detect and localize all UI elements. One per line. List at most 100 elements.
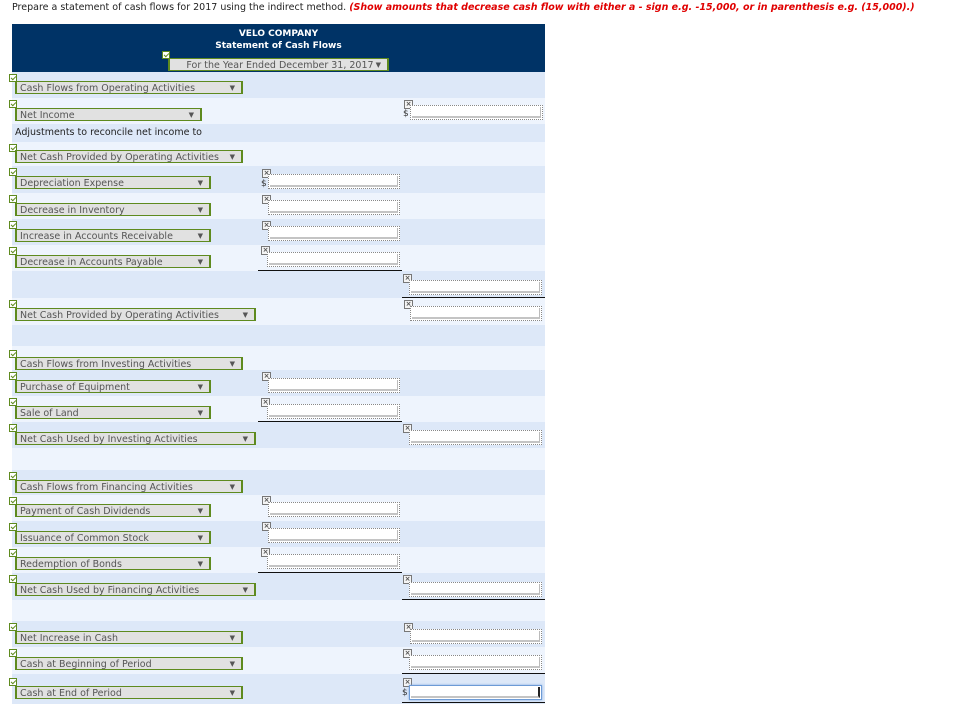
row-common-stock: Issuance of Common Stock ▼ ×	[9, 521, 545, 547]
net-financing-amount-field[interactable]	[409, 582, 542, 597]
check-icon	[9, 372, 17, 380]
purchase-equipment-dropdown[interactable]: Purchase of Equipment ▼	[15, 380, 211, 393]
purchase-equipment-amount-field[interactable]	[268, 378, 400, 393]
total-double-underline	[402, 702, 545, 703]
row-net-income: Net Income ▼ × $	[9, 98, 545, 124]
net-increase-amount-input[interactable]	[412, 631, 540, 642]
chevron-down-icon: ▼	[197, 383, 203, 391]
chevron-down-icon: ▼	[375, 61, 381, 69]
cash-beginning-amount-field[interactable]	[409, 655, 542, 670]
check-icon	[9, 100, 17, 108]
total-adjustments-amount-field[interactable]	[409, 280, 542, 295]
instructions-text: Prepare a statement of cash flows for 20…	[12, 2, 347, 13]
depreciation-amount-input[interactable]	[270, 176, 398, 187]
common-stock-amount-input[interactable]	[270, 530, 398, 541]
net-income-dropdown[interactable]: Net Income ▼	[15, 108, 202, 121]
decrease-inventory-dropdown[interactable]: Decrease in Inventory ▼	[15, 203, 211, 216]
net-operating-amount-field[interactable]	[410, 306, 542, 321]
purchase-equipment-amount-input[interactable]	[270, 380, 398, 391]
adjustments-label: Adjustments to reconcile net income to	[15, 127, 202, 138]
redemption-bonds-amount-field[interactable]	[267, 554, 400, 569]
chevron-down-icon: ▼	[197, 232, 203, 240]
depreciation-amount-field[interactable]	[268, 174, 400, 189]
redemption-bonds-dropdown[interactable]: Redemption of Bonds ▼	[15, 557, 211, 570]
cash-end-amount-field[interactable]	[409, 685, 542, 700]
adjustments-heading-dropdown[interactable]: Net Cash Provided by Operating Activitie…	[15, 150, 243, 163]
chevron-down-icon: ▼	[229, 660, 235, 668]
check-icon	[9, 168, 17, 176]
chevron-down-icon: ▼	[242, 586, 248, 594]
depreciation-dropdown[interactable]: Depreciation Expense ▼	[15, 176, 211, 189]
dropdown-value: Net Income	[20, 110, 75, 121]
decrease-ap-dropdown[interactable]: Decrease in Accounts Payable ▼	[15, 255, 211, 268]
dropdown-value: Issuance of Common Stock	[20, 533, 149, 544]
instructions-note: (Show amounts that decrease cash flow wi…	[349, 2, 915, 13]
increase-ar-amount-input[interactable]	[270, 228, 398, 239]
check-icon	[9, 523, 17, 531]
cash-end-amount-input[interactable]	[411, 687, 540, 698]
decrease-inventory-amount-input[interactable]	[270, 202, 398, 213]
row-increase-ar: Increase in Accounts Receivable ▼ ×	[9, 219, 545, 245]
increase-ar-amount-field[interactable]	[268, 226, 400, 241]
chevron-down-icon: ▼	[188, 111, 194, 119]
cash-beginning-dropdown[interactable]: Cash at Beginning of Period ▼	[15, 657, 243, 670]
chevron-down-icon: ▼	[242, 435, 248, 443]
cash-end-dropdown[interactable]: Cash at End of Period ▼	[15, 686, 243, 699]
net-increase-amount-field[interactable]	[410, 629, 542, 644]
dividends-dropdown[interactable]: Payment of Cash Dividends ▼	[15, 504, 211, 517]
statement-header: VELO COMPANY Statement of Cash Flows For…	[12, 24, 545, 72]
sale-land-dropdown[interactable]: Sale of Land ▼	[15, 406, 211, 419]
operating-heading-dropdown[interactable]: Cash Flows from Operating Activities ▼	[15, 81, 243, 94]
net-investing-amount-field[interactable]	[409, 430, 542, 445]
dropdown-value: Redemption of Bonds	[20, 559, 122, 570]
chevron-down-icon: ▼	[197, 534, 203, 542]
increase-ar-dropdown[interactable]: Increase in Accounts Receivable ▼	[15, 229, 211, 242]
chevron-down-icon: ▼	[229, 689, 235, 697]
financing-heading-dropdown[interactable]: Cash Flows from Financing Activities ▼	[15, 480, 243, 493]
dropdown-value: Decrease in Accounts Payable	[20, 257, 163, 268]
net-financing-amount-input[interactable]	[411, 584, 540, 595]
period-dropdown[interactable]: For the Year Ended December 31, 2017 ▼	[168, 58, 389, 71]
decrease-ap-amount-field[interactable]	[267, 252, 400, 267]
net-investing-amount-input[interactable]	[411, 432, 540, 443]
net-operating-amount-input[interactable]	[412, 308, 540, 319]
dropdown-value: Decrease in Inventory	[20, 205, 125, 216]
chevron-down-icon: ▼	[229, 84, 235, 92]
net-investing-dropdown[interactable]: Net Cash Used by Investing Activities ▼	[15, 432, 256, 445]
decrease-inventory-amount-field[interactable]	[268, 200, 400, 215]
row-operating-heading: Cash Flows from Operating Activities ▼	[9, 72, 545, 98]
decrease-ap-amount-input[interactable]	[269, 254, 398, 265]
net-income-amount-input[interactable]	[412, 107, 541, 118]
sale-land-amount-field[interactable]	[267, 404, 400, 419]
common-stock-amount-field[interactable]	[268, 528, 400, 543]
net-financing-dropdown[interactable]: Net Cash Used by Financing Activities ▼	[15, 583, 256, 596]
dropdown-value: Net Increase in Cash	[20, 633, 119, 644]
dropdown-value: Payment of Cash Dividends	[20, 506, 151, 517]
net-operating-dropdown[interactable]: Net Cash Provided by Operating Activitie…	[15, 308, 256, 321]
dropdown-value: Sale of Land	[20, 408, 79, 419]
row-dividends: Payment of Cash Dividends ▼ ×	[9, 495, 545, 521]
instructions: Prepare a statement of cash flows for 20…	[12, 2, 915, 13]
check-icon	[9, 678, 17, 686]
total-adjustments-amount-input[interactable]	[411, 282, 540, 293]
row-net-operating: Net Cash Provided by Operating Activitie…	[9, 298, 545, 325]
row-total-adjustments: ×	[12, 271, 545, 298]
dividends-amount-field[interactable]	[268, 502, 400, 517]
dividends-amount-input[interactable]	[270, 504, 398, 515]
row-spacer	[12, 448, 545, 470]
row-adjustments-heading: Net Cash Provided by Operating Activitie…	[9, 142, 545, 166]
cash-beginning-amount-input[interactable]	[411, 657, 540, 668]
check-icon	[9, 195, 17, 203]
cash-flow-statement-table: VELO COMPANY Statement of Cash Flows For…	[9, 24, 545, 716]
dropdown-value: Net Cash Provided by Operating Activitie…	[20, 152, 219, 163]
row-purchase-equipment: Purchase of Equipment ▼ ×	[9, 370, 545, 396]
investing-heading-dropdown[interactable]: Cash Flows from Investing Activities ▼	[15, 357, 243, 370]
row-net-financing: Net Cash Used by Financing Activities ▼ …	[9, 573, 545, 600]
row-investing-heading: Cash Flows from Investing Activities ▼	[9, 346, 545, 370]
net-income-amount-field[interactable]	[410, 105, 543, 120]
redemption-bonds-amount-input[interactable]	[269, 556, 398, 567]
net-increase-dropdown[interactable]: Net Increase in Cash ▼	[15, 631, 243, 644]
chevron-down-icon: ▼	[229, 153, 235, 161]
common-stock-dropdown[interactable]: Issuance of Common Stock ▼	[15, 531, 211, 544]
sale-land-amount-input[interactable]	[269, 406, 398, 417]
